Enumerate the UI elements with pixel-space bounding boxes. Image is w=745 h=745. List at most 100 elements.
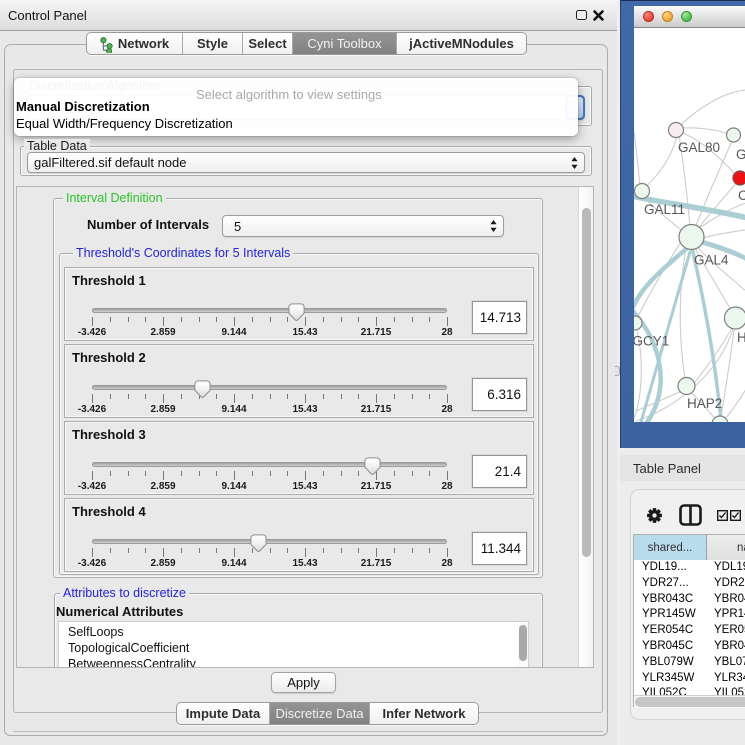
attribute-item[interactable]: SelfLoops <box>68 625 124 639</box>
gear-icon[interactable] <box>646 507 663 524</box>
tab-select[interactable]: Select <box>243 33 293 54</box>
network-node[interactable] <box>635 184 650 199</box>
network-edge[interactable] <box>634 132 640 185</box>
tab-network[interactable]: Network <box>87 33 183 54</box>
table-row[interactable]: YIL052CYIL052C <box>634 686 745 695</box>
split-pane-icon[interactable] <box>679 504 702 526</box>
slider-tick <box>376 548 377 557</box>
network-node[interactable] <box>669 123 684 138</box>
control-panel-titlebar: Control Panel <box>0 0 617 31</box>
bottom-tab-impute-data[interactable]: Impute Data <box>177 703 270 724</box>
algorithm-placeholder-text: Select algorithm to view settings <box>196 87 382 102</box>
network-window-titlebar[interactable] <box>634 6 745 28</box>
tab-label: Impute Data <box>186 706 260 721</box>
checkbox-icon[interactable] <box>730 510 741 521</box>
threshold-1-slider-thumb[interactable] <box>288 303 305 322</box>
minimize-traffic-light[interactable] <box>662 11 673 22</box>
slider-tick-label: 9.144 <box>221 404 246 415</box>
network-node[interactable] <box>712 416 728 422</box>
threshold-3-slider-track[interactable] <box>92 462 447 467</box>
slider-tick <box>145 471 146 476</box>
close-traffic-light[interactable] <box>643 11 654 22</box>
attributes-list-scrollbar[interactable] <box>518 622 528 668</box>
network-node-label: GAL4 <box>694 253 729 268</box>
network-node[interactable] <box>679 225 704 250</box>
table-hscrollbar-thumb[interactable] <box>635 697 745 707</box>
cyni-scrollbar-thumb[interactable] <box>582 208 591 557</box>
network-node[interactable] <box>725 307 745 329</box>
bottom-tab-discretize-data[interactable]: Discretize Data <box>270 703 370 724</box>
network-node[interactable] <box>678 378 695 395</box>
tab-cyni-toolbox[interactable]: Cyni Toolbox <box>293 33 397 54</box>
threshold-1-value: 14.713 <box>480 310 521 325</box>
algorithm-option-equal-width[interactable]: Equal Width/Frequency Discretization <box>16 116 233 131</box>
table-row[interactable]: YER054CYER054C <box>634 623 745 639</box>
table-row[interactable]: YBL079WYBL079W <box>634 655 745 671</box>
threshold-4-slider-track[interactable] <box>92 539 447 544</box>
network-canvas[interactable]: GAL80GACGAL11GAL4GCY1HHAP2 <box>634 28 745 422</box>
table-row[interactable]: YPR145WYPR145W <box>634 607 745 623</box>
numerical-attributes-list[interactable]: SelfLoops TopologicalCoefficient Betweenne… <box>58 621 529 668</box>
slider-tick <box>358 394 359 399</box>
network-node-label: H <box>737 330 745 345</box>
threshold-1-slider-track[interactable] <box>92 308 447 313</box>
threshold-3-value-field[interactable]: 21.4 <box>472 455 527 488</box>
slider-tick-label: -3.426 <box>78 327 106 338</box>
slider-tick <box>412 548 413 553</box>
threshold-2-value-field[interactable]: 6.316 <box>472 378 527 411</box>
network-edge[interactable] <box>683 128 728 134</box>
network-node[interactable] <box>727 128 741 142</box>
threshold-2-slider-thumb[interactable] <box>194 380 211 399</box>
threshold-3-slider-thumb[interactable] <box>364 457 381 476</box>
number-of-intervals-combo[interactable]: 5 <box>222 215 504 237</box>
network-edge[interactable] <box>643 132 678 189</box>
slider-tick <box>110 394 111 399</box>
zoom-traffic-light[interactable] <box>681 11 692 22</box>
float-window-icon[interactable] <box>576 10 587 20</box>
slider-tick <box>394 317 395 322</box>
algorithm-dropdown-popup: Select algorithm to view settings Manual… <box>14 78 578 136</box>
slider-tick-label: 2.859 <box>150 404 175 415</box>
table-row[interactable]: YLR345WYLR345W <box>634 671 745 687</box>
cyni-bottom-tabs: Impute Data Discretize DataInfer Network <box>176 702 479 725</box>
network-node[interactable] <box>733 171 745 185</box>
attribute-item[interactable]: TopologicalCoefficient <box>68 641 189 655</box>
network-node[interactable] <box>634 316 642 330</box>
tab-jactivemnodules[interactable]: jActiveMNodules <box>397 33 526 54</box>
slider-tick-label: 21.715 <box>361 404 392 415</box>
attributes-list-scrollbar-thumb[interactable] <box>519 625 527 661</box>
table-row[interactable]: YDL19...YDL19 <box>634 560 745 576</box>
slider-tick-label: 15.43 <box>292 327 317 338</box>
threshold-2-slider-track[interactable] <box>92 385 447 390</box>
threshold-4-slider-thumb[interactable] <box>250 534 267 553</box>
tab-style[interactable]: Style <box>183 33 243 54</box>
threshold-1-value-field[interactable]: 14.713 <box>472 301 527 334</box>
table-cell-shared-name: YDL19... <box>642 561 687 573</box>
checkbox-icon[interactable] <box>717 510 728 521</box>
cyni-scrollbar-track[interactable] <box>578 187 594 667</box>
slider-tick-label: -3.426 <box>78 404 106 415</box>
slider-tick <box>145 317 146 322</box>
network-edge[interactable] <box>697 181 738 231</box>
close-icon[interactable] <box>592 7 605 23</box>
attribute-item[interactable]: BetweennessCentrality <box>68 657 196 668</box>
apply-button[interactable]: Apply <box>271 672 336 693</box>
threshold-4-value-field[interactable]: 11.344 <box>472 532 527 565</box>
tab-label: jActiveMNodules <box>409 36 514 51</box>
bottom-tab-infer-network[interactable]: Infer Network <box>370 703 478 724</box>
table-data-combo[interactable]: galFiltered.sif default node <box>27 152 585 173</box>
control-panel-tabs: Network Style SelectCyni Toolbox jActiveMNo… <box>86 32 527 55</box>
tab-label: Style <box>197 36 228 51</box>
table-row[interactable]: YBR045CYBR045C <box>634 639 745 655</box>
table-header-shared-name[interactable]: shared... <box>634 535 707 560</box>
table-row[interactable]: YBR043CYBR043C <box>634 592 745 608</box>
network-edge[interactable] <box>724 389 745 420</box>
table-row[interactable]: YDR27...YDR27 <box>634 576 745 592</box>
algorithm-option-manual[interactable]: Manual Discretization <box>16 99 150 114</box>
network-edge[interactable] <box>681 90 745 125</box>
table-header-name[interactable]: name <box>707 535 745 560</box>
table-cell-shared-name: YIL052C <box>642 687 687 695</box>
number-of-intervals-label: Number of Intervals <box>87 217 209 232</box>
table-hscrollbar[interactable] <box>634 695 745 708</box>
network-edge-thick[interactable] <box>692 248 721 420</box>
